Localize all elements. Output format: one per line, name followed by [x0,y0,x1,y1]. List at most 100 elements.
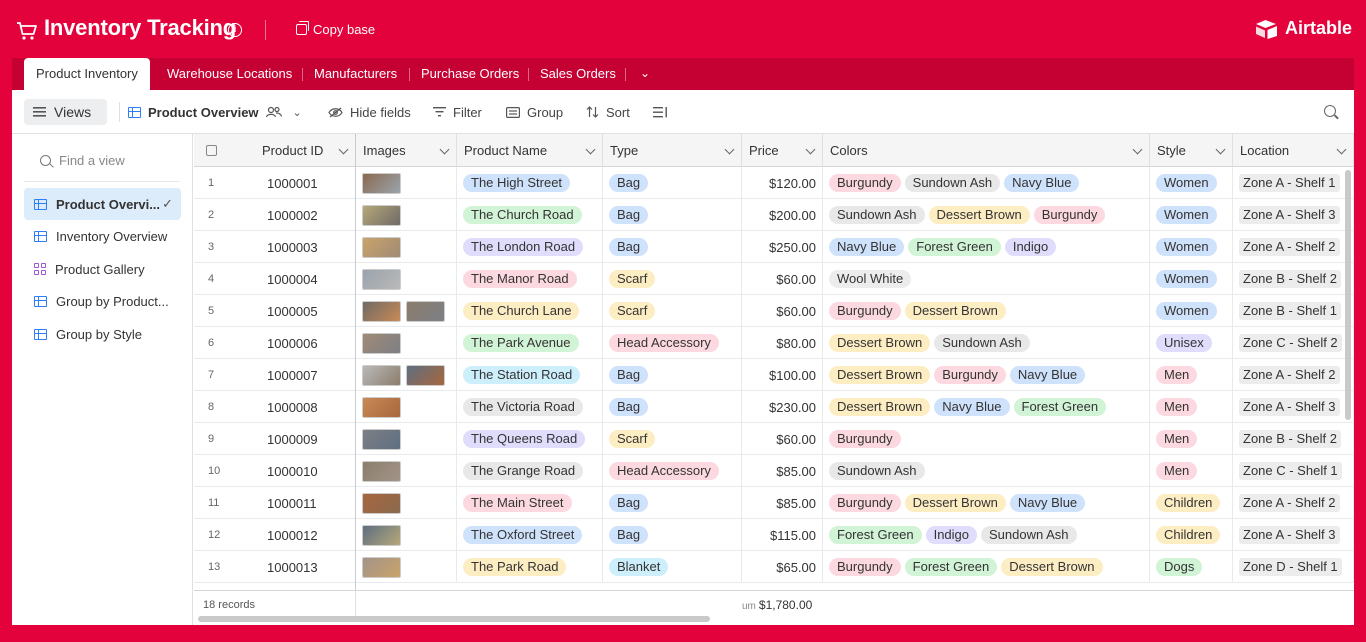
vertical-scrollbar[interactable] [1345,170,1351,420]
cell-style[interactable]: Children [1150,487,1233,519]
price-sum-summary[interactable]: um $1,780.00 [742,598,812,612]
cell-price[interactable]: $230.00 [742,391,823,423]
cell-colors[interactable]: Sundown Ash [823,455,1150,487]
chevron-down-icon[interactable] [1215,144,1226,155]
cell-price[interactable]: $60.00 [742,295,823,327]
cell-location[interactable]: Zone A - Shelf 2 [1233,359,1354,391]
table-row[interactable]: 3 1000003 The London Road Bag $250.00 Navy Bl… [194,231,1354,263]
tab-product-inventory[interactable]: Product Inventory [24,58,150,91]
cell-product-name[interactable]: The Church Road [457,199,603,231]
image-thumbnail[interactable] [362,204,401,226]
cell-style[interactable]: Women [1150,167,1233,199]
cell-colors[interactable]: Burgundy Dessert Brown Navy Blue [823,487,1150,519]
sort-button[interactable]: Sort [586,90,630,134]
view-switcher[interactable]: Product Overview ⌄ [128,90,302,134]
cell-product-id[interactable]: 1000002 [255,199,356,231]
copy-base-button[interactable]: Copy base [296,21,375,37]
cell-product-id[interactable]: 1000003 [255,231,356,263]
cell-images[interactable] [356,263,457,295]
airtable-logo[interactable]: Airtable [1255,18,1352,39]
cell-type[interactable]: Bag [603,231,742,263]
cell-price[interactable]: $65.00 [742,551,823,583]
cell-product-id[interactable]: 1000007 [255,359,356,391]
cell-images[interactable] [356,551,457,583]
cell-colors[interactable]: Wool White [823,263,1150,295]
image-thumbnail[interactable] [362,364,401,386]
cell-product-id[interactable]: 1000008 [255,391,356,423]
sidebar-view-item[interactable]: Product Gallery [24,253,181,285]
table-row[interactable]: 12 1000012 The Oxford Street Bag $115.00 Fore… [194,519,1354,551]
chevron-down-icon[interactable] [1132,144,1143,155]
cell-type[interactable]: Bag [603,487,742,519]
cell-product-id[interactable]: 1000004 [255,263,356,295]
cell-type[interactable]: Bag [603,167,742,199]
cell-style[interactable]: Unisex [1150,327,1233,359]
search-icon[interactable] [1324,105,1336,117]
cell-product-name[interactable]: The Oxford Street [457,519,603,551]
cell-colors[interactable]: Burgundy Dessert Brown [823,295,1150,327]
image-thumbnail[interactable] [362,428,401,450]
image-thumbnail[interactable] [362,492,401,514]
cell-product-id[interactable]: 1000011 [255,487,356,519]
cell-type[interactable]: Bag [603,359,742,391]
table-row[interactable]: 11 1000011 The Main Street Bag $85.00 Burgund… [194,487,1354,519]
column-header-style[interactable]: Style [1150,134,1233,167]
cell-images[interactable] [356,295,457,327]
cell-colors[interactable]: Dessert Brown Navy Blue Forest Green [823,391,1150,423]
cell-product-id[interactable]: 1000005 [255,295,356,327]
cell-product-name[interactable]: The High Street [457,167,603,199]
cell-style[interactable]: Women [1150,199,1233,231]
chevron-down-icon[interactable] [724,144,735,155]
cell-price[interactable]: $250.00 [742,231,823,263]
image-thumbnail[interactable] [362,556,401,578]
cell-type[interactable]: Bag [603,199,742,231]
horizontal-scrollbar[interactable] [198,616,710,622]
cell-style[interactable]: Women [1150,263,1233,295]
cell-type[interactable]: Bag [603,391,742,423]
cell-location[interactable]: Zone C - Shelf 2 [1233,327,1354,359]
cell-price[interactable]: $85.00 [742,455,823,487]
chevron-down-icon[interactable]: ⌄ [293,106,302,119]
group-button[interactable]: Group [506,90,563,134]
cell-location[interactable]: Zone D - Shelf 1 [1233,551,1354,583]
cell-location[interactable]: Zone B - Shelf 2 [1233,423,1354,455]
table-row[interactable]: 13 1000013 The Park Road Blanket $65.00 Burgu… [194,551,1354,583]
chevron-down-icon[interactable]: ⌄ [640,66,650,80]
column-header-location[interactable]: Location [1233,134,1354,167]
cell-location[interactable]: Zone A - Shelf 2 [1233,487,1354,519]
cell-product-name[interactable]: The Grange Road [457,455,603,487]
cell-product-id[interactable]: 1000012 [255,519,356,551]
sidebar-view-item[interactable]: Inventory Overview [24,221,181,253]
column-header-type[interactable]: Type [603,134,742,167]
cell-style[interactable]: Women [1150,231,1233,263]
cell-images[interactable] [356,199,457,231]
chevron-down-icon[interactable] [585,144,596,155]
cell-images[interactable] [356,455,457,487]
tab-manufacturers[interactable]: Manufacturers [302,58,409,90]
chevron-down-icon[interactable] [1336,144,1347,155]
cell-product-name[interactable]: The Victoria Road [457,391,603,423]
base-title[interactable]: Inventory Tracking [44,15,236,41]
cell-images[interactable] [356,327,457,359]
chevron-down-icon[interactable] [439,144,450,155]
cell-type[interactable]: Scarf [603,423,742,455]
cell-location[interactable]: Zone A - Shelf 1 [1233,167,1354,199]
sidebar-view-item[interactable]: Group by Product... [24,286,181,318]
cell-type[interactable]: Head Accessory [603,327,742,359]
column-header-images[interactable]: Images [356,134,457,167]
table-row[interactable]: 1 1000001 The High Street Bag $120.00 Burgund… [194,167,1354,199]
image-thumbnail[interactable] [406,300,445,322]
table-row[interactable]: 10 1000010 The Grange Road Head Accessory $8… [194,455,1354,487]
hide-fields-button[interactable]: Hide fields [328,90,411,134]
cell-images[interactable] [356,359,457,391]
table-row[interactable]: 8 1000008 The Victoria Road Bag $230.00 Desse… [194,391,1354,423]
cell-price[interactable]: $60.00 [742,423,823,455]
cell-product-name[interactable]: The Park Road [457,551,603,583]
cell-type[interactable]: Scarf [603,263,742,295]
chevron-down-icon[interactable] [805,144,816,155]
sidebar-view-item[interactable]: Group by Style [24,318,181,350]
chevron-down-icon[interactable] [338,144,349,155]
cell-product-id[interactable]: 1000006 [255,327,356,359]
cell-style[interactable]: Men [1150,359,1233,391]
cell-price[interactable]: $100.00 [742,359,823,391]
